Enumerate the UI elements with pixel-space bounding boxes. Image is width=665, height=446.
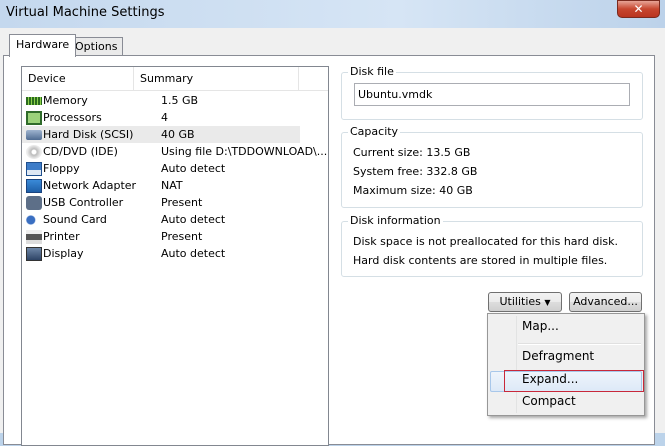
- device-name: Processors: [43, 111, 102, 124]
- utilities-menu: Map... Defragment Expand... Compact: [487, 313, 645, 416]
- tab-hardware[interactable]: Hardware: [9, 34, 77, 57]
- device-name: Printer: [43, 230, 80, 243]
- device-name: Memory: [43, 94, 88, 107]
- device-summary: Auto detect: [161, 213, 226, 226]
- display-icon: [26, 246, 42, 261]
- disk-info-line-1: Disk space is not preallocated for this …: [353, 235, 618, 248]
- disk-file-group: Disk file Ubuntu.vmdk: [341, 65, 643, 120]
- hard-disk-icon: [26, 129, 42, 140]
- table-row[interactable]: Memory 1.5 GB: [22, 92, 328, 109]
- usb-icon: [26, 195, 42, 210]
- capacity-label: Capacity: [348, 125, 401, 138]
- cd-icon: [26, 144, 42, 159]
- device-name: USB Controller: [43, 196, 124, 209]
- menu-item-expand[interactable]: Expand...: [522, 372, 578, 386]
- title-bar: Virtual Machine Settings ✕: [0, 0, 665, 28]
- menu-separator: [518, 343, 641, 345]
- device-summary: 4: [161, 111, 168, 124]
- device-name: Display: [43, 247, 84, 260]
- menu-item-map[interactable]: Map...: [522, 319, 559, 333]
- advanced-button[interactable]: Advanced...: [569, 292, 642, 312]
- table-row[interactable]: Hard Disk (SCSI) 40 GB: [22, 126, 300, 143]
- table-row[interactable]: Printer Present: [22, 228, 328, 245]
- system-free: System free: 332.8 GB: [353, 165, 478, 178]
- device-list[interactable]: Device Summary Memory 1.5 GB Processors 4 Ha…: [21, 66, 329, 446]
- disk-information-group: Disk information Disk space is not preal…: [341, 214, 643, 277]
- network-icon: [26, 178, 42, 193]
- device-name: Network Adapter: [43, 179, 137, 192]
- device-summary: Auto detect: [161, 247, 226, 260]
- device-name: Sound Card: [43, 213, 107, 226]
- capacity-group: Capacity Current size: 13.5 GB System fr…: [341, 125, 643, 208]
- processor-icon: [26, 110, 42, 125]
- device-summary: NAT: [161, 179, 183, 192]
- tab-options[interactable]: Options: [69, 37, 124, 55]
- disk-information-label: Disk information: [348, 214, 443, 227]
- floppy-icon: [26, 161, 42, 176]
- disk-file-input[interactable]: Ubuntu.vmdk: [354, 83, 630, 106]
- list-header: Device Summary: [22, 67, 328, 91]
- table-row[interactable]: USB Controller Present: [22, 194, 328, 211]
- column-device[interactable]: Device: [22, 67, 134, 90]
- device-summary: Auto detect: [161, 162, 226, 175]
- utilities-button[interactable]: Utilities ▼: [488, 292, 562, 312]
- current-size: Current size: 13.5 GB: [353, 146, 471, 159]
- table-row[interactable]: Floppy Auto detect: [22, 160, 328, 177]
- disk-info-line-2: Hard disk contents are stored in multipl…: [353, 254, 608, 267]
- device-summary: Present: [161, 196, 203, 209]
- menu-item-compact[interactable]: Compact: [522, 394, 576, 408]
- device-name: Hard Disk (SCSI): [43, 128, 134, 141]
- close-icon: ✕: [633, 2, 644, 16]
- menu-item-defragment[interactable]: Defragment: [522, 349, 594, 363]
- table-row[interactable]: Processors 4: [22, 109, 328, 126]
- device-summary: 40 GB: [161, 128, 195, 141]
- sound-icon: [26, 212, 42, 227]
- menu-gutter: [516, 316, 517, 413]
- table-row[interactable]: Display Auto detect: [22, 245, 328, 262]
- column-summary[interactable]: Summary: [134, 67, 299, 90]
- device-name: Floppy: [43, 162, 80, 175]
- device-name: CD/DVD (IDE): [43, 145, 118, 158]
- close-button[interactable]: ✕: [617, 0, 660, 18]
- table-row[interactable]: Sound Card Auto detect: [22, 211, 328, 228]
- table-row[interactable]: Network Adapter NAT: [22, 177, 328, 194]
- table-row[interactable]: CD/DVD (IDE) Using file D:\TDDOWNLOAD\...: [22, 143, 328, 160]
- maximum-size: Maximum size: 40 GB: [353, 184, 473, 197]
- dropdown-arrow-icon: ▼: [544, 298, 551, 307]
- window-title: Virtual Machine Settings: [6, 5, 165, 20]
- printer-icon: [26, 229, 42, 244]
- disk-file-label: Disk file: [348, 65, 396, 78]
- device-summary: 1.5 GB: [161, 94, 199, 107]
- utilities-label: Utilities: [499, 295, 541, 308]
- device-summary: Using file D:\TDDOWNLOAD\...: [161, 145, 328, 158]
- device-summary: Present: [161, 230, 203, 243]
- memory-icon: [26, 96, 42, 105]
